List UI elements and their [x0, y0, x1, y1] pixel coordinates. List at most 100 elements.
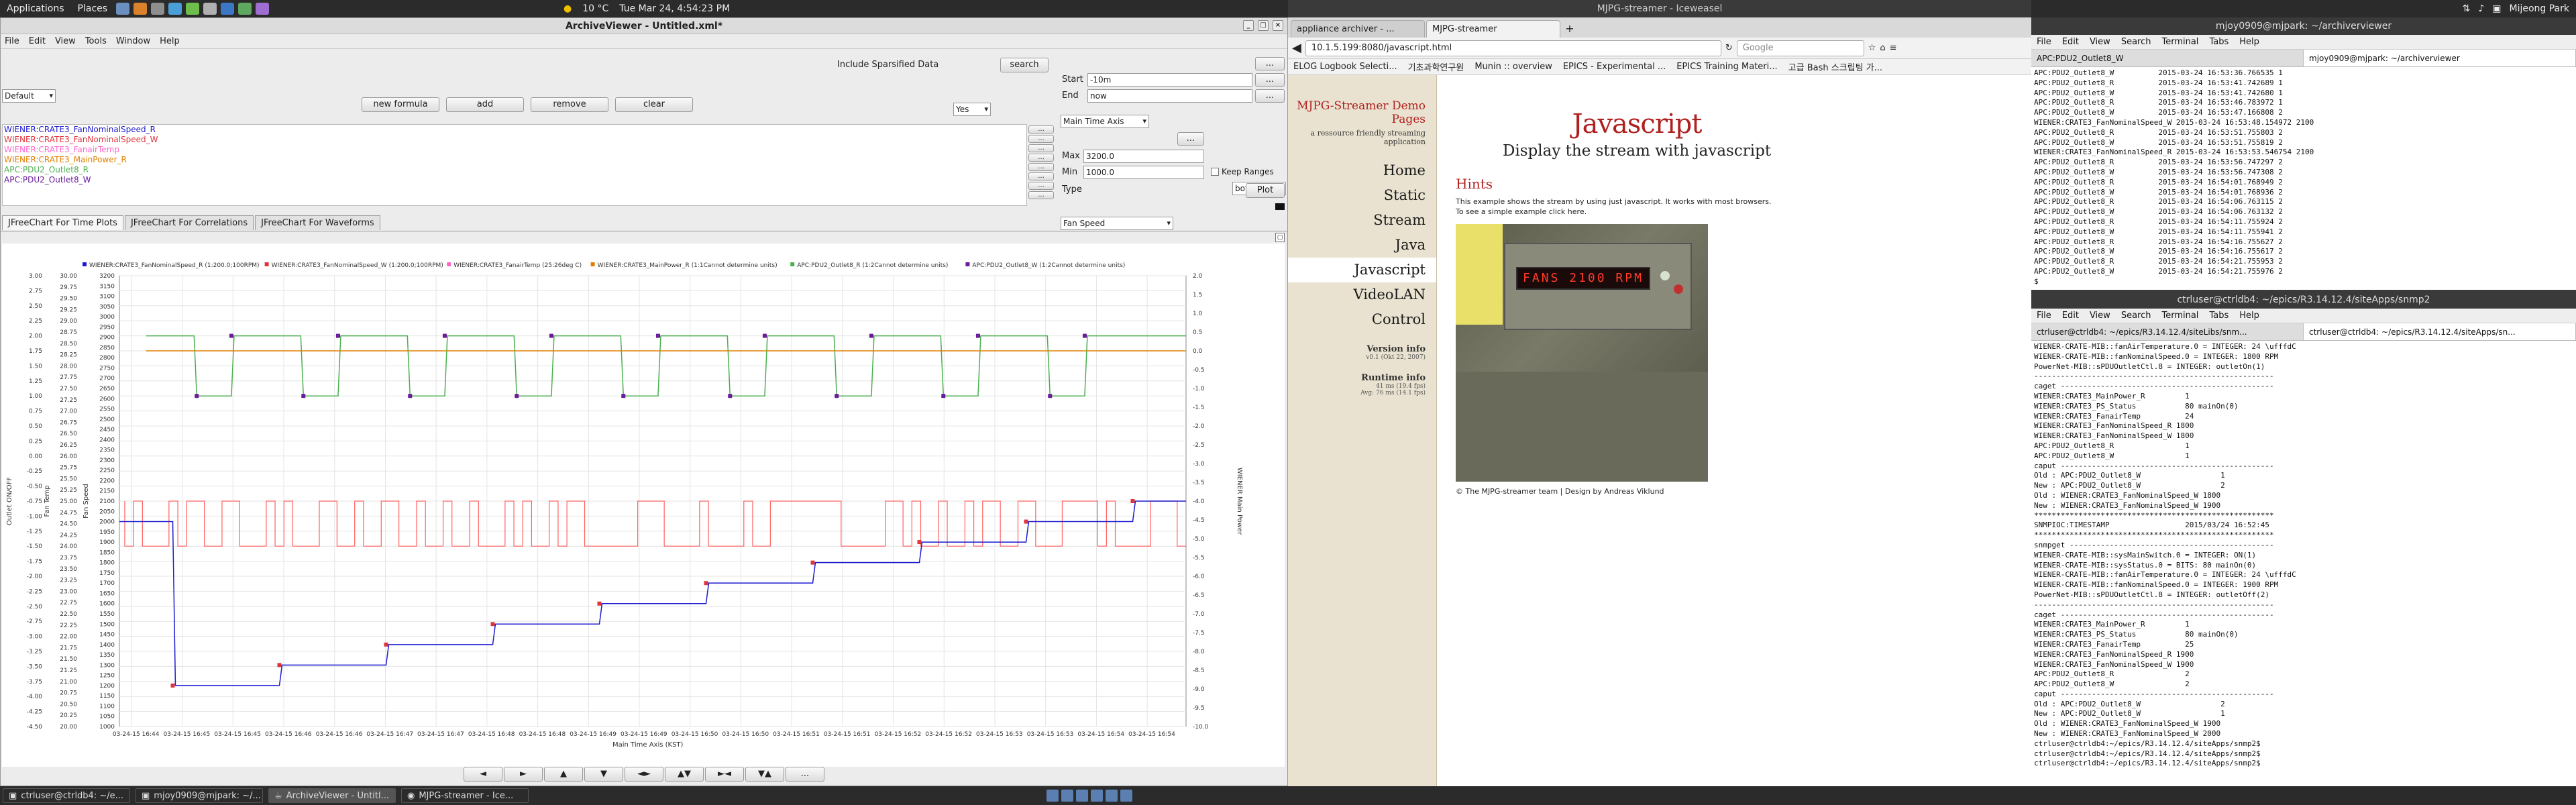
- time-axis-options-button[interactable]: ...: [1255, 57, 1285, 70]
- network-icon[interactable]: ⇅: [2463, 3, 2471, 14]
- browser-titlebar[interactable]: MJPG-streamer - Iceweasel: [1288, 0, 2031, 17]
- menu-terminal[interactable]: Terminal: [2161, 37, 2198, 47]
- taskbar-item[interactable]: ◉ MJPG-streamer - Ice...: [401, 788, 529, 803]
- close-icon[interactable]: ×: [1273, 20, 1283, 31]
- start-picker-button[interactable]: ...: [1255, 73, 1285, 87]
- hint-link[interactable]: To see a simple example click here.: [1456, 207, 1818, 216]
- chat-launcher-icon[interactable]: [238, 3, 252, 15]
- terminal-tab-active[interactable]: mjoy0909@mjpark: ~/archiverviewer: [2304, 50, 2576, 66]
- menu-view[interactable]: View: [2090, 311, 2110, 321]
- nav-control[interactable]: Control: [1288, 307, 1426, 332]
- browser-tab[interactable]: appliance archiver - ...: [1291, 20, 1425, 38]
- new-tab-icon[interactable]: +: [1562, 20, 1578, 38]
- min-field[interactable]: 1000.0: [1083, 166, 1204, 179]
- search-input[interactable]: Google: [1736, 40, 1864, 56]
- taskbar-item[interactable]: ☕ ArchiveViewer - Untitl...: [268, 788, 396, 803]
- color-swatch[interactable]: [1275, 203, 1285, 210]
- menu-file[interactable]: File: [5, 36, 19, 46]
- weather-text[interactable]: 10 °C: [582, 3, 608, 14]
- new-formula-button[interactable]: new formula: [362, 97, 439, 112]
- bookmark-item[interactable]: EPICS - Experimental ...: [1563, 62, 1666, 72]
- zoom-in-y-button[interactable]: ▲▼: [665, 767, 704, 782]
- terminal-tab-active[interactable]: ctrluser@ctrldb4: ~/epics/R3.14.12.4/sit…: [2304, 323, 2576, 340]
- bookmark-item[interactable]: 고급 Bash 스크립팅 가...: [1788, 60, 1882, 73]
- main-time-axis-combo[interactable]: Main Time Axis: [1061, 115, 1149, 128]
- files-launcher-icon[interactable]: [151, 3, 165, 15]
- clock[interactable]: Tue Mar 24, 4:54:23 PM: [619, 3, 730, 14]
- pv-item[interactable]: WIENER:CRATE3_FanairTemp: [4, 145, 1026, 155]
- axis-options-button[interactable]: ...: [1177, 132, 1204, 146]
- settings-launcher-icon[interactable]: [203, 3, 217, 15]
- terminal-launcher-icon[interactable]: [116, 3, 130, 15]
- mail-launcher-icon[interactable]: [168, 3, 182, 15]
- terminal-1-titlebar[interactable]: mjoy0909@mjpark: ~/archiverviewer: [2031, 17, 2576, 35]
- terminal-2-output[interactable]: WIENER-CRATE-MIB::fanAirTemperature.0 = …: [2031, 341, 2576, 770]
- menu-help[interactable]: Help: [160, 36, 180, 46]
- pv-option-button[interactable]: ...: [1028, 191, 1054, 199]
- tab-time-plots[interactable]: JFreeChart For Time Plots: [2, 215, 123, 230]
- pv-option-button[interactable]: ...: [1028, 154, 1054, 162]
- menu-search[interactable]: Search: [2121, 37, 2151, 47]
- pv-option-button[interactable]: ...: [1028, 135, 1054, 143]
- nav-static[interactable]: Static: [1288, 183, 1426, 208]
- bookmark-item[interactable]: EPICS Training Materi...: [1676, 62, 1777, 72]
- tab-waveforms[interactable]: JFreeChart For Waveforms: [255, 215, 380, 230]
- menu-tabs[interactable]: Tabs: [2209, 37, 2229, 47]
- pv-item[interactable]: WIENER:CRATE3_MainPower_R: [4, 155, 1026, 165]
- nav-stream[interactable]: Stream: [1288, 208, 1426, 233]
- archive-viewer-titlebar[interactable]: ArchiveViewer - Untitled.xml* _ □ ×: [1, 18, 1287, 34]
- pv-option-button[interactable]: ...: [1028, 125, 1054, 133]
- more-options-button[interactable]: ...: [786, 767, 824, 782]
- taskbar-item[interactable]: ▣ ctrluser@ctrldb4: ~/e...: [3, 788, 130, 803]
- menu-help[interactable]: Help: [2239, 37, 2259, 47]
- nav-videolan[interactable]: VideoLAN: [1288, 282, 1426, 307]
- pv-option-button[interactable]: ...: [1028, 182, 1054, 190]
- browser-launcher-icon[interactable]: [133, 3, 148, 15]
- browser-tab-active[interactable]: MJPG-streamer: [1426, 20, 1560, 38]
- bookmark-item[interactable]: ELOG Logbook Selecti...: [1293, 62, 1397, 72]
- menu-view[interactable]: View: [2090, 37, 2110, 47]
- bookmark-item[interactable]: Munin :: overview: [1474, 62, 1552, 72]
- zoom-out-x-button[interactable]: ►◄: [705, 767, 744, 782]
- terminal-tab[interactable]: ctrluser@ctrldb4: ~/epics/R3.14.12.4/sit…: [2031, 323, 2304, 340]
- menu-terminal[interactable]: Terminal: [2161, 311, 2198, 321]
- pv-option-button[interactable]: ...: [1028, 163, 1054, 171]
- terminal-2-titlebar[interactable]: ctrluser@ctrldb4: ~/epics/R3.14.12.4/sit…: [2031, 291, 2576, 309]
- menu-file[interactable]: File: [2037, 37, 2051, 47]
- max-field[interactable]: 3200.0: [1083, 150, 1204, 163]
- places-menu[interactable]: Places: [71, 3, 115, 14]
- terminal-1-output[interactable]: APC:PDU2_Outlet8_W 2015-03-24 16:53:36.7…: [2031, 67, 2576, 288]
- editor-launcher-icon[interactable]: [186, 3, 200, 15]
- menu-edit[interactable]: Edit: [2062, 311, 2079, 321]
- url-bar[interactable]: 10.1.5.199:8080/javascript.html: [1305, 40, 1721, 56]
- menu-edit[interactable]: Edit: [29, 36, 46, 46]
- add-button[interactable]: add: [446, 97, 524, 112]
- nav-home[interactable]: Home: [1288, 158, 1426, 183]
- keep-ranges-checkbox[interactable]: [1211, 168, 1219, 176]
- scroll-down-button[interactable]: ▼: [584, 767, 623, 782]
- nav-javascript[interactable]: Javascript: [1288, 258, 1436, 282]
- bookmark-star-icon[interactable]: ☆: [1868, 43, 1876, 53]
- pv-item[interactable]: APC:PDU2_Outlet8_W: [4, 175, 1026, 185]
- end-picker-button[interactable]: ...: [1255, 89, 1285, 103]
- remove-button[interactable]: remove: [531, 97, 608, 112]
- back-icon[interactable]: ◀: [1292, 41, 1301, 55]
- display-icon[interactable]: ▣: [2492, 3, 2501, 14]
- minimize-icon[interactable]: _: [1243, 20, 1254, 31]
- menu-tools[interactable]: Tools: [85, 36, 107, 46]
- pv-item[interactable]: APC:PDU2_Outlet8_R: [4, 165, 1026, 175]
- menu-help[interactable]: Help: [2239, 311, 2259, 321]
- start-field[interactable]: -10m: [1087, 73, 1252, 87]
- bookmark-item[interactable]: 기초과학연구원: [1408, 60, 1464, 73]
- pv-option-button[interactable]: ...: [1028, 144, 1054, 152]
- menu-tabs[interactable]: Tabs: [2209, 311, 2229, 321]
- user-menu[interactable]: Mijeong Park: [2509, 3, 2569, 14]
- menu-icon[interactable]: ≡: [1890, 43, 1897, 53]
- menu-view[interactable]: View: [55, 36, 76, 46]
- volume-icon[interactable]: ♪: [2478, 3, 2484, 14]
- zoom-in-x-button[interactable]: ◄►: [625, 767, 663, 782]
- scroll-up-button[interactable]: ▲: [544, 767, 583, 782]
- pv-item[interactable]: WIENER:CRATE3_FanNominalSpeed_W: [4, 135, 1026, 145]
- menu-edit[interactable]: Edit: [2062, 37, 2079, 47]
- taskbar-item[interactable]: ▣ mjoy0909@mjpark: ~/...: [136, 788, 263, 803]
